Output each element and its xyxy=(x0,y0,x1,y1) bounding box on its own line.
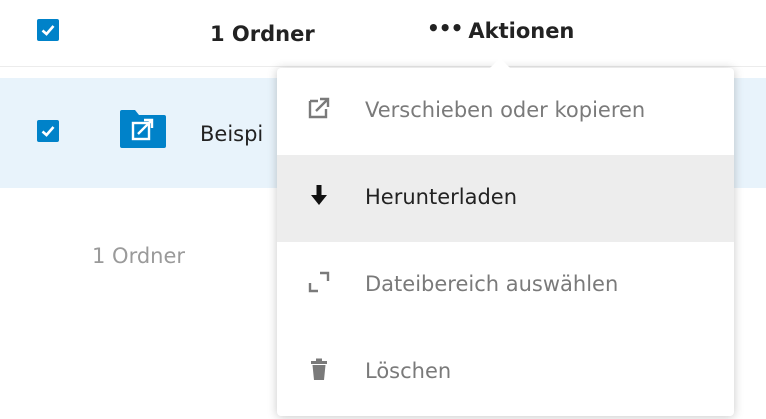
menu-item-delete[interactable]: Löschen xyxy=(277,329,734,416)
menu-item-download[interactable]: Herunterladen xyxy=(277,155,734,242)
range-corner-icon xyxy=(308,271,330,293)
actions-button[interactable]: ••• Aktionen xyxy=(427,17,574,45)
file-list-header: 1 Ordner ••• Aktionen xyxy=(0,0,766,67)
select-all-checkbox[interactable] xyxy=(37,19,59,41)
menu-item-label: Dateibereich auswählen xyxy=(365,272,619,296)
menu-item-select-range[interactable]: Dateibereich auswählen xyxy=(277,242,734,329)
menu-item-label: Herunterladen xyxy=(365,185,518,209)
row-checkbox[interactable] xyxy=(37,120,59,142)
check-icon xyxy=(41,126,55,137)
actions-menu: Verschieben oder kopieren Herunterladen … xyxy=(277,58,734,416)
actions-label: Aktionen xyxy=(468,19,575,43)
menu-item-label: Löschen xyxy=(365,359,452,383)
file-name[interactable]: Beispi xyxy=(200,122,263,146)
shared-folder-icon xyxy=(120,110,166,148)
check-icon xyxy=(41,25,55,36)
download-arrow-icon xyxy=(311,185,327,205)
trash-icon xyxy=(311,358,327,380)
menu-item-move-copy[interactable]: Verschieben oder kopieren xyxy=(277,68,734,155)
selected-count-label: 1 Ordner xyxy=(210,22,315,46)
external-link-icon xyxy=(308,97,330,119)
summary-count-label: 1 Ordner xyxy=(92,244,186,268)
menu-item-label: Verschieben oder kopieren xyxy=(365,98,646,122)
more-dots-icon: ••• xyxy=(427,16,463,40)
